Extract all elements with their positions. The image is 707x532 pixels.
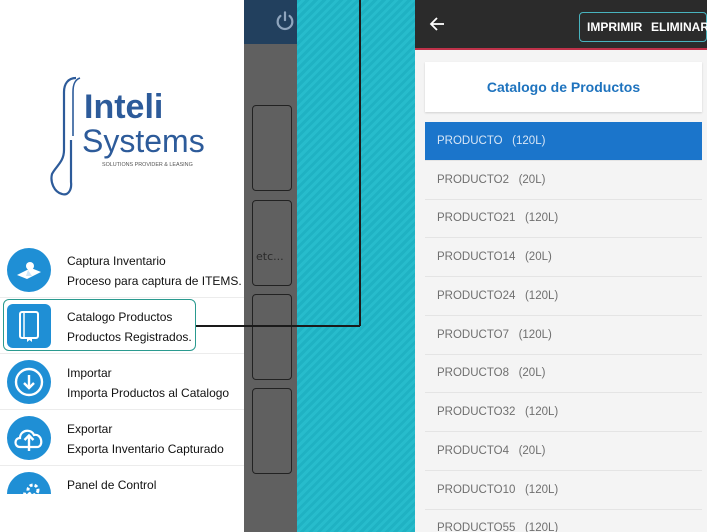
print-button[interactable]: IMPRIMIR	[587, 20, 642, 34]
menu-item-title: Captura Inventario	[67, 254, 166, 268]
logo-word-top: Inteli	[84, 88, 163, 126]
list-item[interactable]: PRODUCTO14 (20L)	[425, 238, 702, 277]
menu-item-subtitle: Productos Registrados.	[67, 330, 192, 344]
list-item[interactable]: PRODUCTO10 (120L)	[425, 471, 702, 510]
behind-content: etc...	[244, 0, 297, 532]
delete-button[interactable]: ELIMINAR	[651, 20, 707, 34]
behind-card	[252, 388, 292, 474]
list-item[interactable]: PRODUCTO55 (120L)	[425, 510, 702, 532]
behind-card	[252, 294, 292, 380]
navigation-drawer: Inteli Systems SOLUTIONS PROVIDER & LEAS…	[0, 0, 244, 532]
power-icon[interactable]	[274, 10, 296, 32]
drawer-menu: Captura Inventario Proceso para captura …	[0, 242, 244, 494]
connector-line	[359, 0, 361, 326]
menu-item-subtitle: Exporta Inventario Capturado	[67, 442, 224, 456]
page-title-card: Catalogo de Productos	[425, 62, 702, 112]
back-arrow-icon[interactable]	[429, 16, 445, 32]
menu-item-subtitle: Importa Productos al Catalogo	[67, 386, 230, 400]
behind-text: etc...	[256, 250, 284, 263]
logo-tagline: SOLUTIONS PROVIDER & LEASING	[102, 162, 193, 168]
menu-item-title: Panel de Control	[67, 478, 157, 492]
list-item[interactable]: PRODUCTO21 (120L)	[425, 200, 702, 239]
list-item[interactable]: PRODUCTO7 (120L)	[425, 316, 702, 355]
catalog-book-icon	[7, 304, 51, 348]
drawer-screen: etc... Inteli Systems SOLUTIONS PROVIDER…	[0, 0, 297, 532]
cloud-upload-icon	[7, 416, 51, 460]
menu-item-exportar[interactable]: Exportar Exporta Inventario Capturado	[0, 410, 244, 466]
list-item[interactable]: PRODUCTO (120L)	[425, 122, 702, 161]
inventory-capture-icon	[7, 248, 51, 292]
download-icon	[7, 360, 51, 404]
drawer-footer	[0, 497, 244, 532]
list-item[interactable]: PRODUCTO8 (20L)	[425, 355, 702, 394]
list-item[interactable]: PRODUCTO2 (20L)	[425, 161, 702, 200]
logo-word-bottom: Systems	[82, 123, 205, 159]
app-bar: IMPRIMIR ELIMINAR	[415, 0, 707, 50]
menu-item-importar[interactable]: Importar Importa Productos al Catalogo	[0, 354, 244, 410]
menu-item-captura-inventario[interactable]: Captura Inventario Proceso para captura …	[0, 242, 244, 298]
catalog-screen: IMPRIMIR ELIMINAR Catalogo de Productos …	[415, 0, 707, 532]
menu-item-title: Catalogo Productos	[67, 310, 173, 324]
behind-appbar	[244, 0, 297, 44]
behind-card	[252, 105, 292, 191]
gears-icon	[7, 472, 51, 494]
list-item[interactable]: PRODUCTO24 (120L)	[425, 277, 702, 316]
menu-item-title: Importar	[67, 366, 112, 380]
product-list: PRODUCTO (120L) PRODUCTO2 (20L) PRODUCTO…	[425, 122, 702, 532]
menu-item-title: Exportar	[67, 422, 113, 436]
connector-line	[196, 325, 360, 327]
menu-item-subtitle: Proceso para captura de ITEMS.	[67, 274, 242, 288]
list-item[interactable]: PRODUCTO32 (120L)	[425, 393, 702, 432]
behind-card	[252, 200, 292, 286]
list-item[interactable]: PRODUCTO4 (20L)	[425, 432, 702, 471]
menu-item-panel-de-control[interactable]: Panel de Control	[0, 466, 244, 494]
page-title: Catalogo de Productos	[486, 79, 641, 95]
intelisystems-logo: Inteli Systems SOLUTIONS PROVIDER & LEAS…	[50, 76, 205, 196]
